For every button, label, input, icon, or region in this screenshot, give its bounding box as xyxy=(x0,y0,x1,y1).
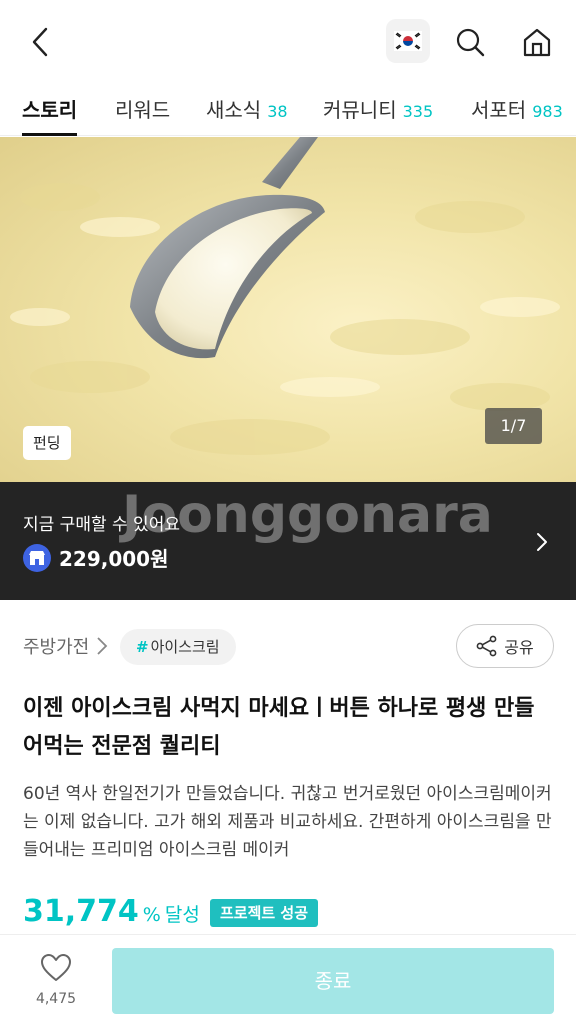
purchase-price: 229,000원 xyxy=(59,547,169,571)
tab-count: 983 xyxy=(532,102,563,121)
achievement: 31,774 % 달성 xyxy=(23,894,200,929)
chevron-left-icon xyxy=(32,27,48,57)
like-button[interactable]: 4,475 xyxy=(24,953,88,1013)
language-button[interactable] xyxy=(386,19,430,63)
tab-count: 335 xyxy=(402,102,434,121)
tab-reward[interactable]: 리워드 xyxy=(115,94,170,136)
share-icon xyxy=(476,635,497,657)
tab-label: 새소식 xyxy=(206,98,262,122)
status-badge: 프로젝트 성공 xyxy=(210,899,319,927)
like-count: 4,475 xyxy=(35,991,77,1007)
bottom-action-bar: 4,475 종료 xyxy=(0,934,576,1024)
tab-bar: 스토리 리워드 새소식 38 커뮤니티 335 서포터 983 xyxy=(0,84,576,136)
home-icon xyxy=(523,28,551,57)
search-icon xyxy=(456,28,485,57)
tab-story[interactable]: 스토리 xyxy=(22,94,78,136)
tab-label: 리워드 xyxy=(115,98,171,122)
purchase-banner[interactable]: 지금 구매할 수 있어요 229,000원 xyxy=(0,482,576,600)
back-button[interactable] xyxy=(22,22,58,62)
tab-news[interactable]: 새소식 38 xyxy=(206,94,288,136)
home-button[interactable] xyxy=(517,22,557,62)
project-title: 이젠 아이스크림 사먹지 마세요ㅣ버튼 하나로 평생 만들어먹는 전문점 퀄리티 xyxy=(23,696,535,759)
tab-label: 커뮤니티 xyxy=(323,98,397,122)
ended-button[interactable]: 종료 xyxy=(112,948,554,1014)
store-icon xyxy=(23,543,51,572)
category-name: 주방가전 xyxy=(23,637,90,658)
tab-label: 스토리 xyxy=(22,98,78,122)
tag-chip[interactable]: # 아이스크림 xyxy=(120,629,236,665)
heart-icon xyxy=(41,954,71,981)
chevron-right-icon xyxy=(97,637,108,655)
tag-label: 아이스크림 xyxy=(150,638,220,656)
funding-badge: 펀딩 xyxy=(23,426,71,460)
tab-community[interactable]: 커뮤니티 335 xyxy=(323,94,433,136)
achievement-label: 달성 xyxy=(164,904,200,926)
achievement-unit: % xyxy=(142,904,161,926)
category-link[interactable]: 주방가전 xyxy=(23,633,109,659)
korea-flag-icon xyxy=(394,31,422,51)
chevron-right-icon xyxy=(537,533,547,551)
tab-supporter[interactable]: 서포터 983 xyxy=(471,94,563,136)
project-description: 60년 역사 한일전기가 만들었습니다. 귀찮고 번거로웠던 아이스크림메이커는… xyxy=(23,784,552,860)
search-button[interactable] xyxy=(450,22,490,62)
share-label: 공유 xyxy=(504,638,534,657)
purchase-price-row: 229,000원 xyxy=(23,543,169,572)
image-page-indicator: 1/7 xyxy=(485,408,542,444)
tab-count: 38 xyxy=(267,102,288,121)
share-button[interactable]: 공유 xyxy=(456,624,554,668)
top-bar xyxy=(0,0,576,84)
tab-label: 서포터 xyxy=(471,98,527,122)
tag-hash: # xyxy=(136,638,149,656)
purchase-label: 지금 구매할 수 있어요 xyxy=(23,515,180,535)
achievement-value: 31,774 xyxy=(23,894,139,929)
